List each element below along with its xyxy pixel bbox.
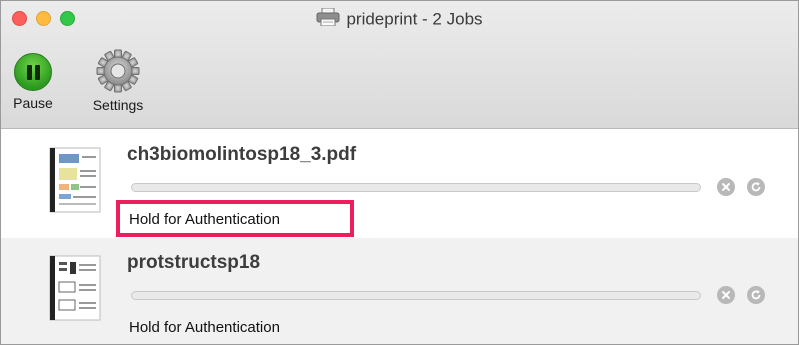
pause-button[interactable]: Pause	[10, 53, 56, 111]
resume-job-button[interactable]	[747, 286, 765, 304]
job-row[interactable]: protstructsp18 Hold for Authentication	[1, 238, 798, 344]
document-thumbnail-icon	[46, 146, 104, 214]
job-name: ch3biomolintosp18_3.pdf	[127, 144, 357, 165]
cancel-job-button[interactable]	[717, 178, 735, 196]
cancel-job-icon	[722, 291, 730, 299]
job-row[interactable]: ch3biomolintosp18_3.pdf Hold for Authent…	[1, 130, 798, 238]
settings-button[interactable]: Settings	[76, 49, 160, 113]
pause-label: Pause	[13, 95, 53, 111]
job-status: Hold for Authentication	[129, 319, 280, 336]
document-thumbnail-icon	[46, 254, 104, 322]
gear-icon	[96, 49, 140, 93]
job-name: protstructsp18	[127, 252, 261, 273]
printer-icon	[316, 7, 340, 32]
settings-label: Settings	[92, 97, 144, 113]
window-title-bar: prideprint - 2 Jobs	[1, 7, 798, 32]
job-progress-bar	[131, 291, 701, 300]
resume-job-button[interactable]	[747, 178, 765, 196]
resume-job-icon	[751, 182, 761, 192]
window-toolbar: prideprint - 2 Jobs Pause Settings	[1, 1, 798, 129]
window-title: prideprint - 2 Jobs	[346, 9, 483, 29]
print-queue-window: prideprint - 2 Jobs Pause Settings ch3bi…	[0, 0, 799, 345]
pause-icon	[14, 53, 52, 91]
cancel-job-button[interactable]	[717, 286, 735, 304]
resume-job-icon	[751, 290, 761, 300]
cancel-job-icon	[722, 183, 730, 191]
status-highlight-box	[116, 200, 354, 237]
job-progress-bar	[131, 183, 701, 192]
